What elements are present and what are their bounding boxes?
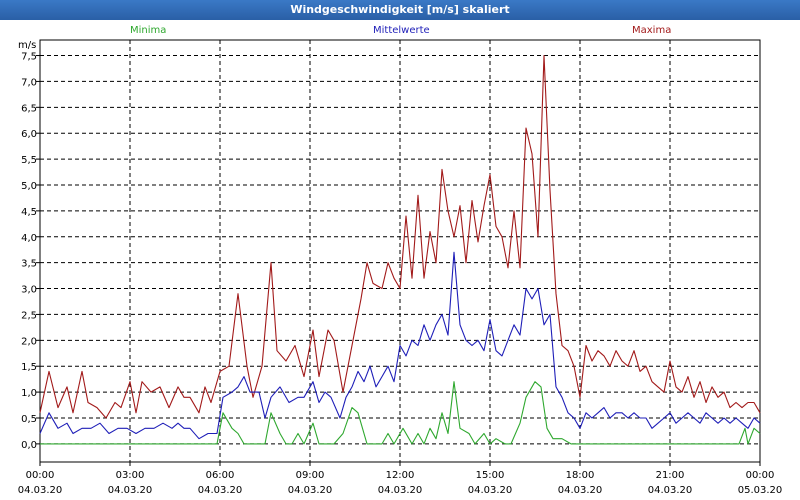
x-tick-date-label: 04.03.20 (558, 485, 603, 496)
y-tick-label: 2,5 (21, 310, 37, 321)
y-tick-label: 1,5 (21, 362, 37, 373)
x-tick-time-label: 00:00 (26, 470, 55, 481)
x-tick-date-label: 04.03.20 (378, 485, 423, 496)
y-tick-label: 0,5 (21, 414, 37, 425)
x-tick-date-label: 04.03.20 (198, 485, 243, 496)
y-tick-label: 3,5 (21, 259, 37, 270)
x-tick-time-label: 06:00 (206, 470, 235, 481)
x-tick-date-label: 04.03.20 (468, 485, 513, 496)
y-tick-label: 7,0 (21, 77, 37, 88)
x-tick-time-label: 09:00 (296, 470, 325, 481)
x-tick-date-label: 05.03.20 (738, 485, 783, 496)
y-tick-label: 6,5 (21, 103, 37, 114)
x-tick-date-label: 04.03.20 (108, 485, 153, 496)
x-tick-time-label: 21:00 (656, 470, 685, 481)
y-tick-label: 4,0 (21, 233, 37, 244)
x-tick-time-label: 00:00 (746, 470, 775, 481)
wind-speed-chart: 0,0 0,5 1,0 1,5 2,0 2,5 3,0 3,5 4,0 4,5 5,0 5,5 6,0 6… (18, 39, 783, 496)
y-tick-label: 0,0 (21, 440, 37, 451)
x-tick-date-label: 04.03.20 (648, 485, 693, 496)
y-tick-label: 7,5 (21, 52, 37, 63)
y-tick-label: 2,0 (21, 336, 37, 347)
y-tick-label: 4,5 (21, 207, 37, 218)
y-tick-label: 5,5 (21, 155, 37, 166)
y-tick-label: 6,0 (21, 129, 37, 140)
x-tick-time-label: 03:00 (116, 470, 145, 481)
y-tick-label: 1,0 (21, 388, 37, 399)
x-tick-time-label: 15:00 (476, 470, 505, 481)
x-tick-date-label: 04.03.20 (288, 485, 333, 496)
y-tick-label: 5,0 (21, 181, 37, 192)
x-tick-date-label: 04.03.20 (18, 485, 63, 496)
y-tick-label: 3,0 (21, 285, 37, 296)
x-tick-time-label: 18:00 (566, 470, 595, 481)
x-tick-time-label: 12:00 (386, 470, 415, 481)
